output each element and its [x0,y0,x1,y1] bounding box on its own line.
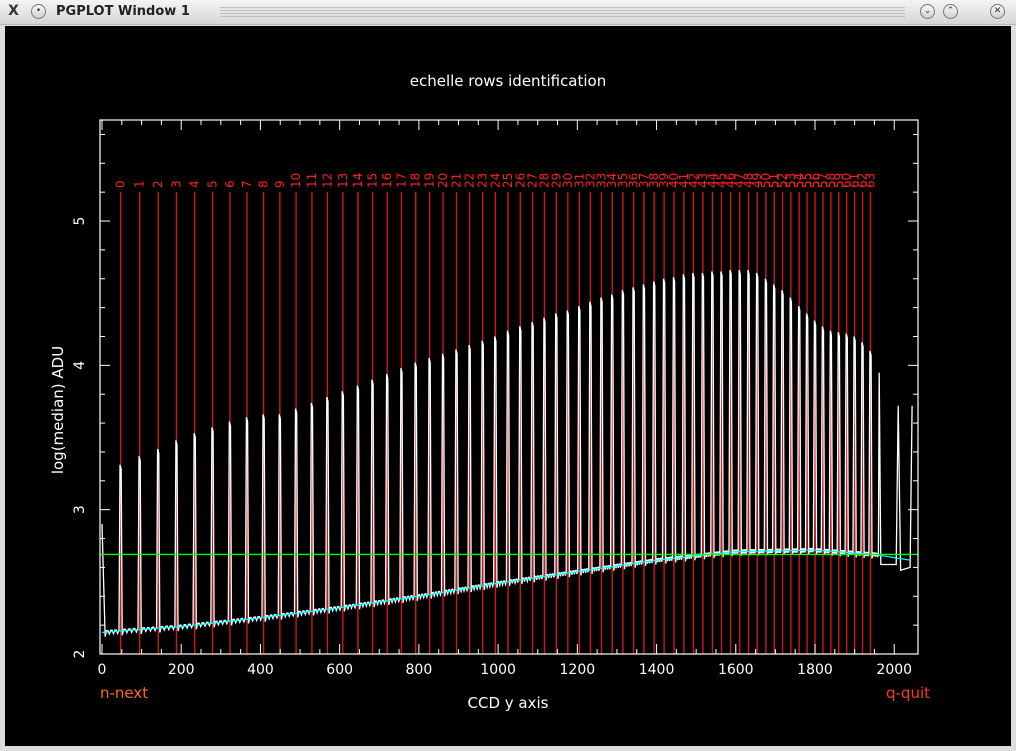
order-label: 2 [151,180,165,188]
y-tick-label: 5 [72,217,88,226]
x-tick-label: 1600 [718,662,754,678]
order-label: 15 [366,173,380,188]
title-bar[interactable]: X • PGPLOT Window 1 ⌄ ⌃ ✕ [0,0,1016,25]
order-label: 13 [336,173,350,188]
x-tick-label: 800 [406,662,433,678]
x-tick-label: 400 [247,662,274,678]
order-label: 18 [409,173,423,188]
x-tick-label: 1000 [480,662,516,678]
order-label: 21 [450,173,464,188]
y-tick-label: 2 [72,650,88,659]
window-menu-button[interactable]: • [31,4,46,19]
order-label: 10 [289,173,303,188]
plot-canvas: echelle rows identification CCD y axis l… [5,26,1011,746]
x-tick-label: 600 [326,662,353,678]
minimize-button[interactable]: ⌄ [920,4,935,19]
title-bar-grip [220,7,905,17]
order-label: 12 [320,173,334,188]
order-label: 9 [273,180,287,188]
next-hint: n-next [100,684,148,702]
quit-hint: q-quit [886,684,930,702]
y-tick-label: 3 [72,505,88,514]
x-tick-label: 200 [168,662,195,678]
app-menu-icon[interactable]: X [6,4,21,19]
y-axis-label: log(median) ADU [49,346,67,474]
order-label: 22 [463,173,477,188]
order-label: 3 [169,180,183,188]
order-label: 5 [205,180,219,188]
x-tick-label: 1400 [639,662,675,678]
chart-title: echelle rows identification [410,72,607,90]
pgplot-window: X • PGPLOT Window 1 ⌄ ⌃ ✕ echelle rows i… [0,0,1016,751]
order-label: 14 [351,173,365,188]
order-label: 0 [114,180,128,188]
order-label: 1 [133,180,147,188]
x-tick-label: 1200 [560,662,596,678]
order-label: 16 [380,173,394,188]
order-label: 63 [863,173,877,188]
order-label: 4 [188,180,202,188]
order-label: 20 [436,173,450,188]
order-label: 19 [423,173,437,188]
close-button[interactable]: ✕ [990,4,1005,19]
y-tick-label: 4 [72,361,88,370]
x-axis-label: CCD y axis [468,694,549,712]
x-tick-label: 2000 [876,662,912,678]
echelle-plot: echelle rows identification CCD y axis l… [49,72,930,712]
order-label: 6 [223,180,237,188]
order-label: 8 [257,180,271,188]
x-tick-label: 0 [98,662,107,678]
x-tick-label: 1800 [797,662,833,678]
order-label: 17 [394,173,408,188]
window-title: PGPLOT Window 1 [56,4,190,19]
order-label: 11 [305,173,319,188]
maximize-button[interactable]: ⌃ [943,4,958,19]
order-label: 7 [240,180,254,188]
